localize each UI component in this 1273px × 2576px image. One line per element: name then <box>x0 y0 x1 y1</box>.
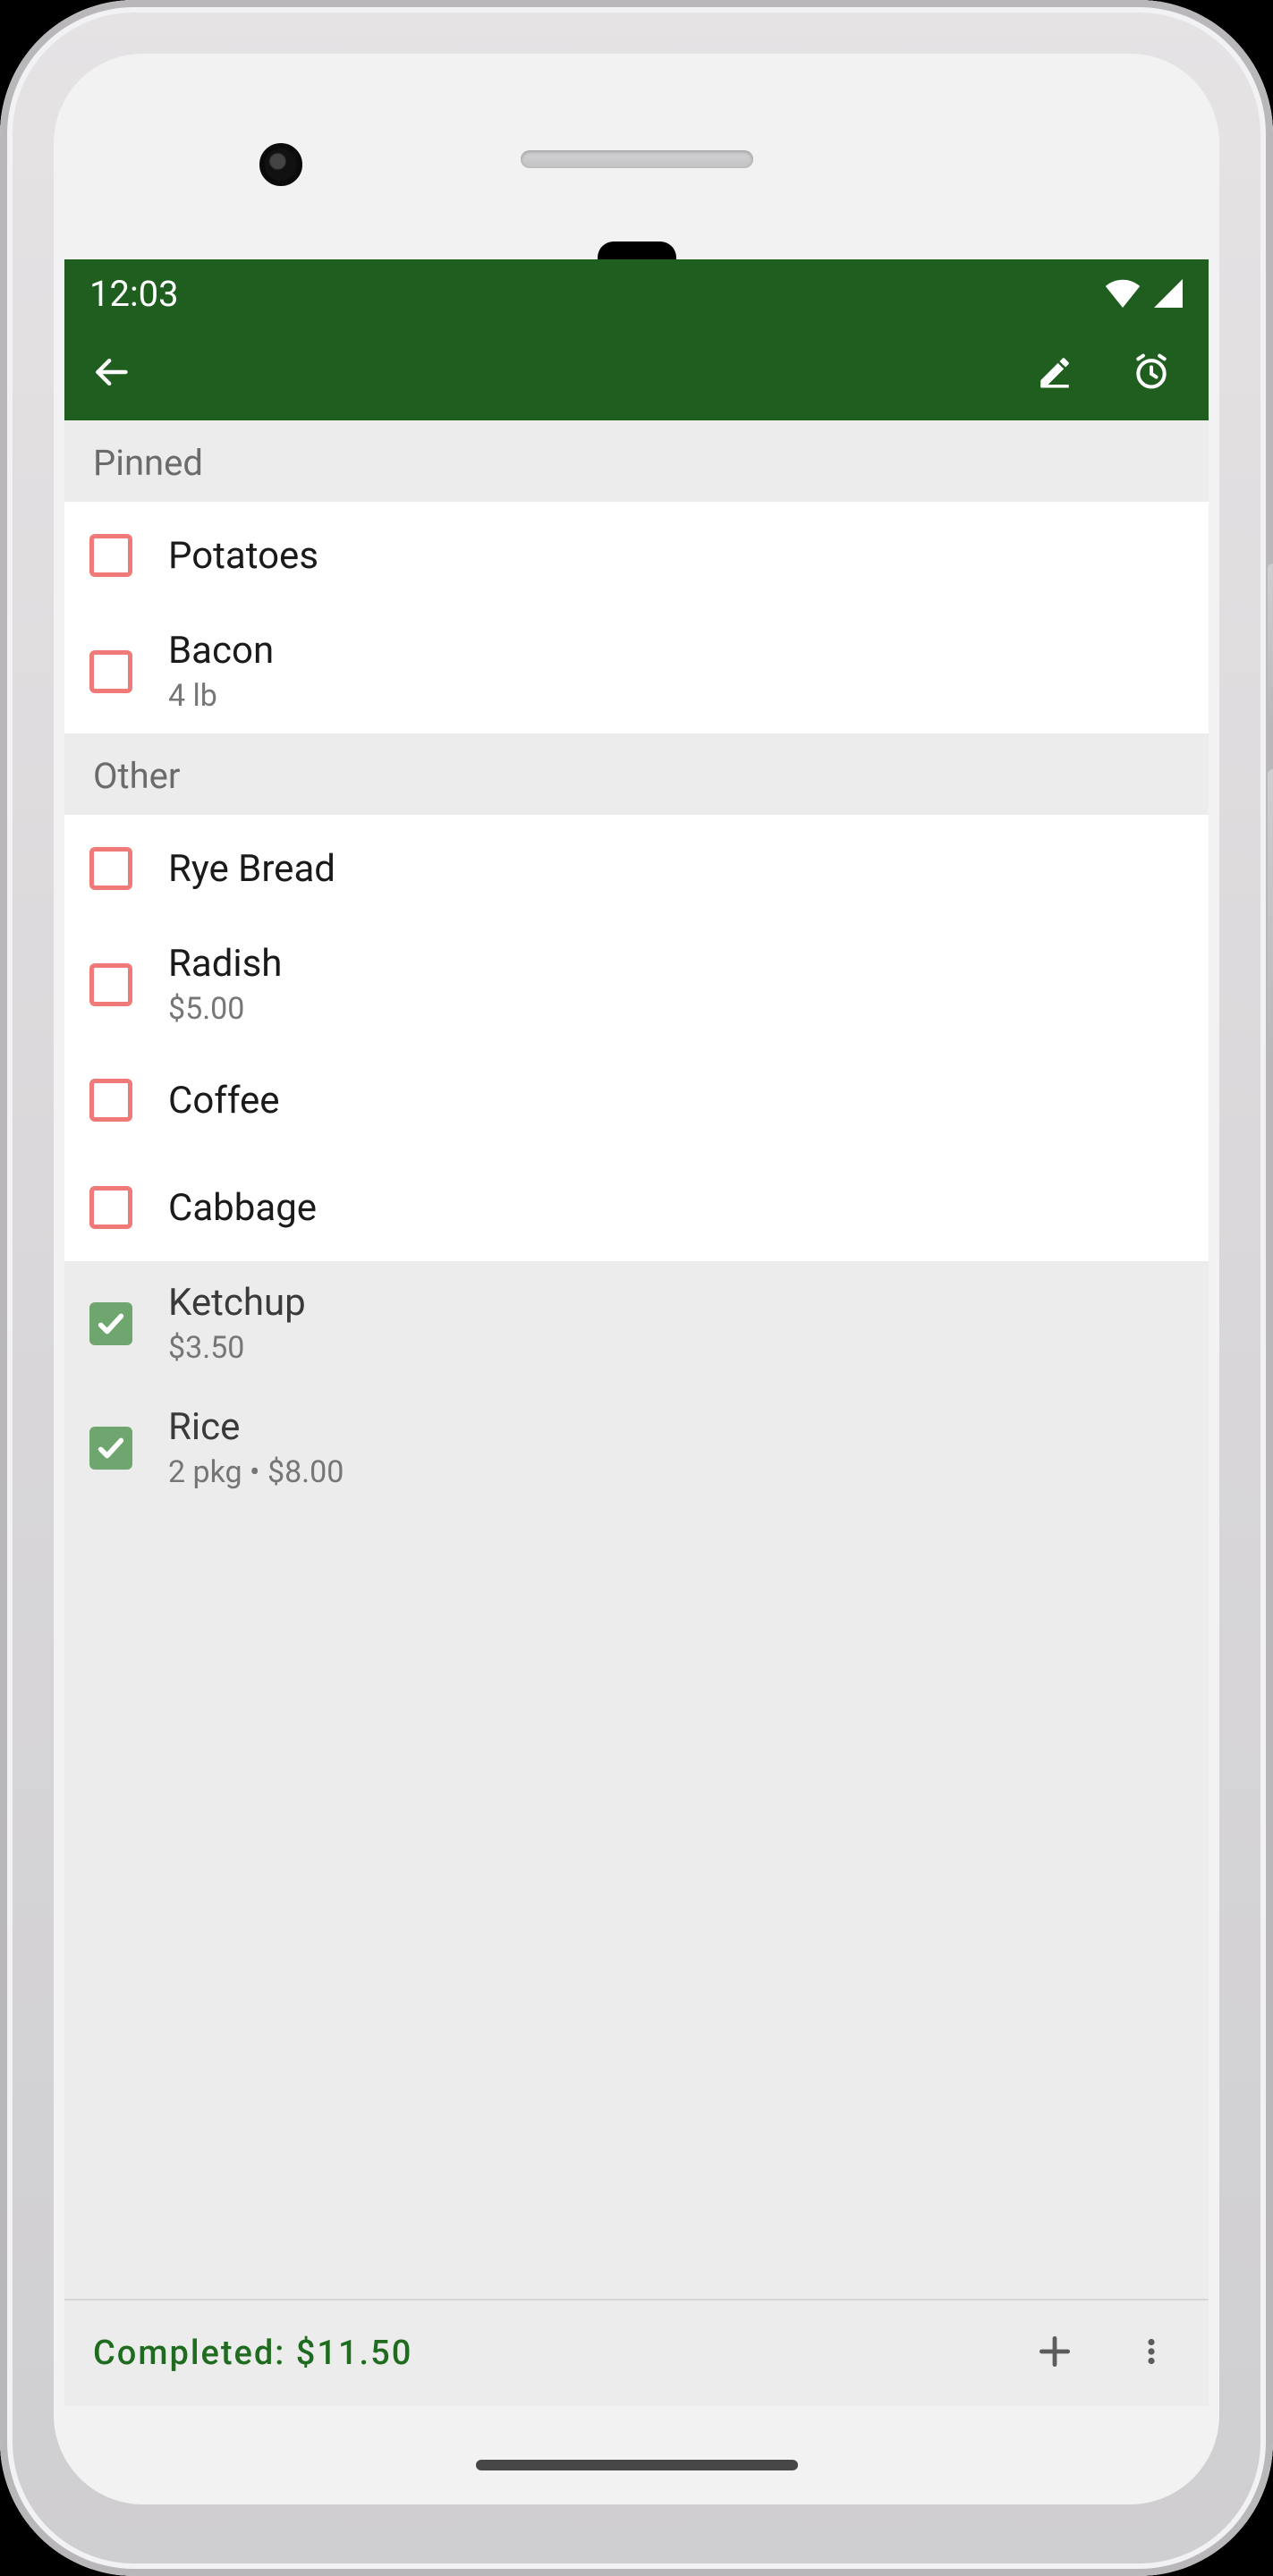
status-bar: 12:03 <box>64 259 1209 327</box>
checkbox[interactable] <box>89 1427 132 1470</box>
list-item[interactable]: Radish $5.00 <box>64 922 1209 1046</box>
checkbox[interactable] <box>89 1079 132 1122</box>
item-text: Rye Bread <box>168 847 335 891</box>
item-title: Rye Bread <box>168 847 335 891</box>
plus-icon <box>1035 2332 1074 2375</box>
checkbox[interactable] <box>89 847 132 890</box>
more-options-button[interactable] <box>1112 2314 1191 2393</box>
alarm-icon <box>1132 352 1171 395</box>
completed-total: Completed: $11.50 <box>93 2334 997 2373</box>
item-subtitle: 2 pkg • $8.00 <box>168 1454 344 1490</box>
item-text: Ketchup $3.50 <box>168 1281 306 1366</box>
top-bar: 12:03 <box>64 259 1209 420</box>
cell-signal-icon <box>1153 279 1184 308</box>
checkbox[interactable] <box>89 534 132 577</box>
item-subtitle: $5.00 <box>168 991 282 1027</box>
item-title: Rice <box>168 1405 344 1449</box>
gesture-nav-bar[interactable] <box>476 2460 798 2470</box>
list-item[interactable]: Potatoes <box>64 502 1209 609</box>
section-header-other: Other <box>64 733 1209 815</box>
item-title: Cabbage <box>168 1186 317 1230</box>
checkbox[interactable] <box>89 1302 132 1345</box>
screen: 12:03 <box>64 259 1209 2406</box>
list-item[interactable]: Rye Bread <box>64 815 1209 922</box>
list-item[interactable]: Coffee <box>64 1046 1209 1154</box>
speaker-slit <box>521 150 753 168</box>
item-subtitle: $3.50 <box>168 1330 306 1366</box>
arrow-back-icon <box>91 352 131 395</box>
bottom-bar: Completed: $11.50 <box>64 2299 1209 2406</box>
phone-side-button <box>1268 564 1273 724</box>
list-item[interactable]: Ketchup $3.50 <box>64 1261 1209 1385</box>
list-content[interactable]: Pinned Potatoes Bacon 4 lb <box>64 420 1209 2299</box>
status-time: 12:03 <box>89 273 179 315</box>
completed-group: Ketchup $3.50 Rice 2 pkg • $8.00 <box>64 1261 1209 1510</box>
section-header-pinned: Pinned <box>64 420 1209 502</box>
item-subtitle: 4 lb <box>168 678 274 714</box>
phone-frame: 12:03 <box>0 0 1273 2576</box>
item-title: Potatoes <box>168 534 318 578</box>
back-button[interactable] <box>72 335 150 413</box>
item-text: Rice 2 pkg • $8.00 <box>168 1405 344 1490</box>
more-vert-icon <box>1135 2332 1167 2375</box>
item-text: Cabbage <box>168 1186 317 1230</box>
item-title: Bacon <box>168 629 274 673</box>
add-item-button[interactable] <box>1015 2314 1094 2393</box>
list-item[interactable]: Rice 2 pkg • $8.00 <box>64 1385 1209 1510</box>
list-item[interactable]: Bacon 4 lb <box>64 609 1209 733</box>
wifi-icon <box>1105 279 1141 308</box>
pinned-group: Potatoes Bacon 4 lb <box>64 502 1209 733</box>
item-text: Potatoes <box>168 534 318 578</box>
item-text: Coffee <box>168 1079 280 1123</box>
item-title: Ketchup <box>168 1281 306 1325</box>
item-title: Coffee <box>168 1079 280 1123</box>
item-text: Bacon 4 lb <box>168 629 274 714</box>
checkbox[interactable] <box>89 1186 132 1229</box>
list-item[interactable]: Cabbage <box>64 1154 1209 1261</box>
phone-side-button <box>1268 769 1273 1055</box>
status-icons <box>1105 279 1184 308</box>
item-text: Radish $5.00 <box>168 942 282 1027</box>
checkbox[interactable] <box>89 963 132 1006</box>
reminder-button[interactable] <box>1112 335 1191 413</box>
item-title: Radish <box>168 942 282 986</box>
app-bar <box>64 327 1209 420</box>
phone-bezel: 12:03 <box>54 54 1219 2504</box>
edit-button[interactable] <box>1015 335 1094 413</box>
checkbox[interactable] <box>89 650 132 693</box>
other-group: Rye Bread Radish $5.00 Coffee <box>64 815 1209 1261</box>
pencil-icon <box>1036 353 1074 394</box>
front-camera <box>259 143 302 186</box>
